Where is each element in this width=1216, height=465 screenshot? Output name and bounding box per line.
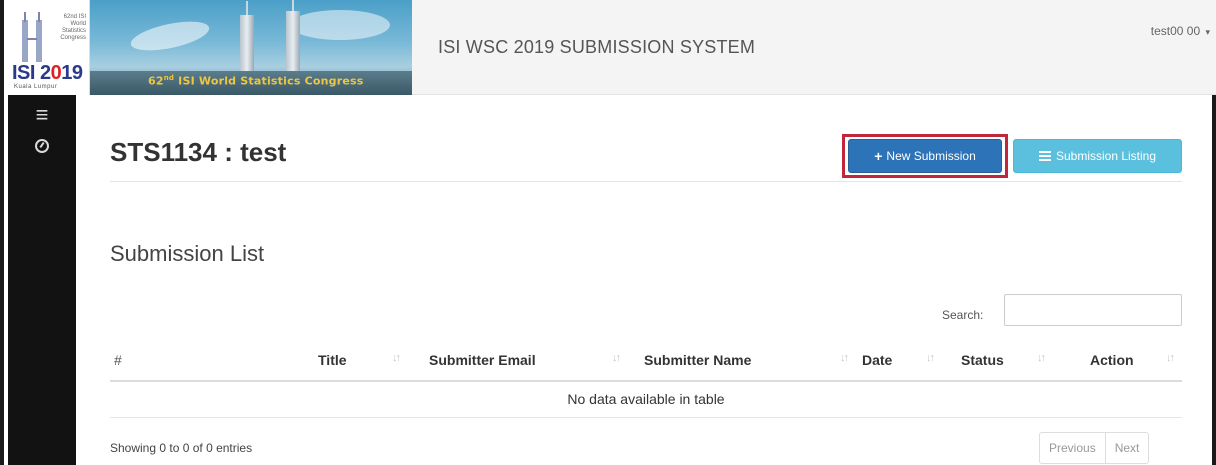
logo-year-suffix: 19 [61,62,83,84]
banner-cloud [128,15,212,57]
app-title: ISI WSC 2019 SUBMISSION SYSTEM [438,37,756,57]
user-menu[interactable]: test00 00 ▾ [1151,24,1210,38]
page-title: STS1134 : test [110,137,287,167]
sort-icon[interactable]: ↓↑ [612,352,621,364]
sort-icon[interactable]: ↓↑ [1166,352,1175,364]
user-name: test00 00 [1150,24,1201,38]
column-header-submitter-name[interactable]: Submitter Name [644,352,751,368]
next-page-button[interactable]: Next [1104,433,1149,463]
sort-icon[interactable]: ↓↑ [1037,352,1046,364]
column-header-action[interactable]: Action [1090,352,1134,368]
banner-cloud [290,10,390,40]
column-header-title[interactable]: Title [318,352,347,368]
new-submission-button[interactable]: + New Submission [848,139,1002,173]
banner-caption: 62nd ISI World Statistics Congress [148,74,364,88]
logo-year-prefix: ISI 2 [12,62,51,84]
new-submission-label: New Submission [886,149,976,163]
logo-location: Kuala Lumpur [14,84,58,90]
logo-year-flower: 0 [50,62,62,84]
gauge-shape [35,139,49,153]
sort-icon[interactable]: ↓↑ [926,352,935,364]
table-row-divider [110,417,1182,418]
chevron-down-icon: ▾ [1205,27,1210,37]
column-header-status[interactable]: Status [961,352,1004,368]
logo-year: ISI 2019 [12,62,83,85]
empty-table-message: No data available in table [567,391,725,407]
menu-icon[interactable]: ≡ [8,103,76,127]
isi-logo[interactable]: 62nd ISI World Statistics Congress ISI 2… [8,0,90,95]
table-info: Showing 0 to 0 of 0 entries [110,441,253,455]
congress-banner: 62nd ISI World Statistics Congress [90,0,412,95]
app-window: 62nd ISI World Statistics Congress ISI 2… [0,0,1216,465]
main-content: STS1134 : test + New Submission Submissi… [76,95,1216,465]
section-title: Submission List [110,241,265,266]
banner-caption-suffix: nd [163,74,175,82]
table-header-divider [110,380,1182,382]
column-header-date[interactable]: Date [862,352,892,368]
column-header-submitter-email[interactable]: Submitter Email [429,352,536,368]
submission-listing-button[interactable]: Submission Listing [1013,139,1182,173]
submission-listing-label: Submission Listing [1055,149,1157,163]
twin-towers-icon [22,12,42,62]
top-bar: 62nd ISI World Statistics Congress ISI 2… [8,0,1216,95]
banner-caption-number: 62 [148,74,164,88]
list-icon [1038,151,1051,161]
previous-page-button[interactable]: Previous [1040,433,1105,463]
sort-icon[interactable]: ↓↑ [392,352,401,364]
logo-small-text: 62nd ISI World Statistics Congress [60,14,86,41]
pagination: Previous Next [1039,432,1150,464]
search-input[interactable] [1004,294,1182,326]
sidebar: ≡ [8,95,76,465]
search-label: Search: [942,308,984,322]
column-header-number[interactable]: # [114,352,122,368]
sort-icon[interactable]: ↓↑ [840,352,849,364]
title-divider [110,181,1182,182]
plus-icon: + [874,148,883,164]
dashboard-gauge-icon[interactable] [8,139,76,158]
banner-caption-text: ISI World Statistics Congress [174,74,364,88]
